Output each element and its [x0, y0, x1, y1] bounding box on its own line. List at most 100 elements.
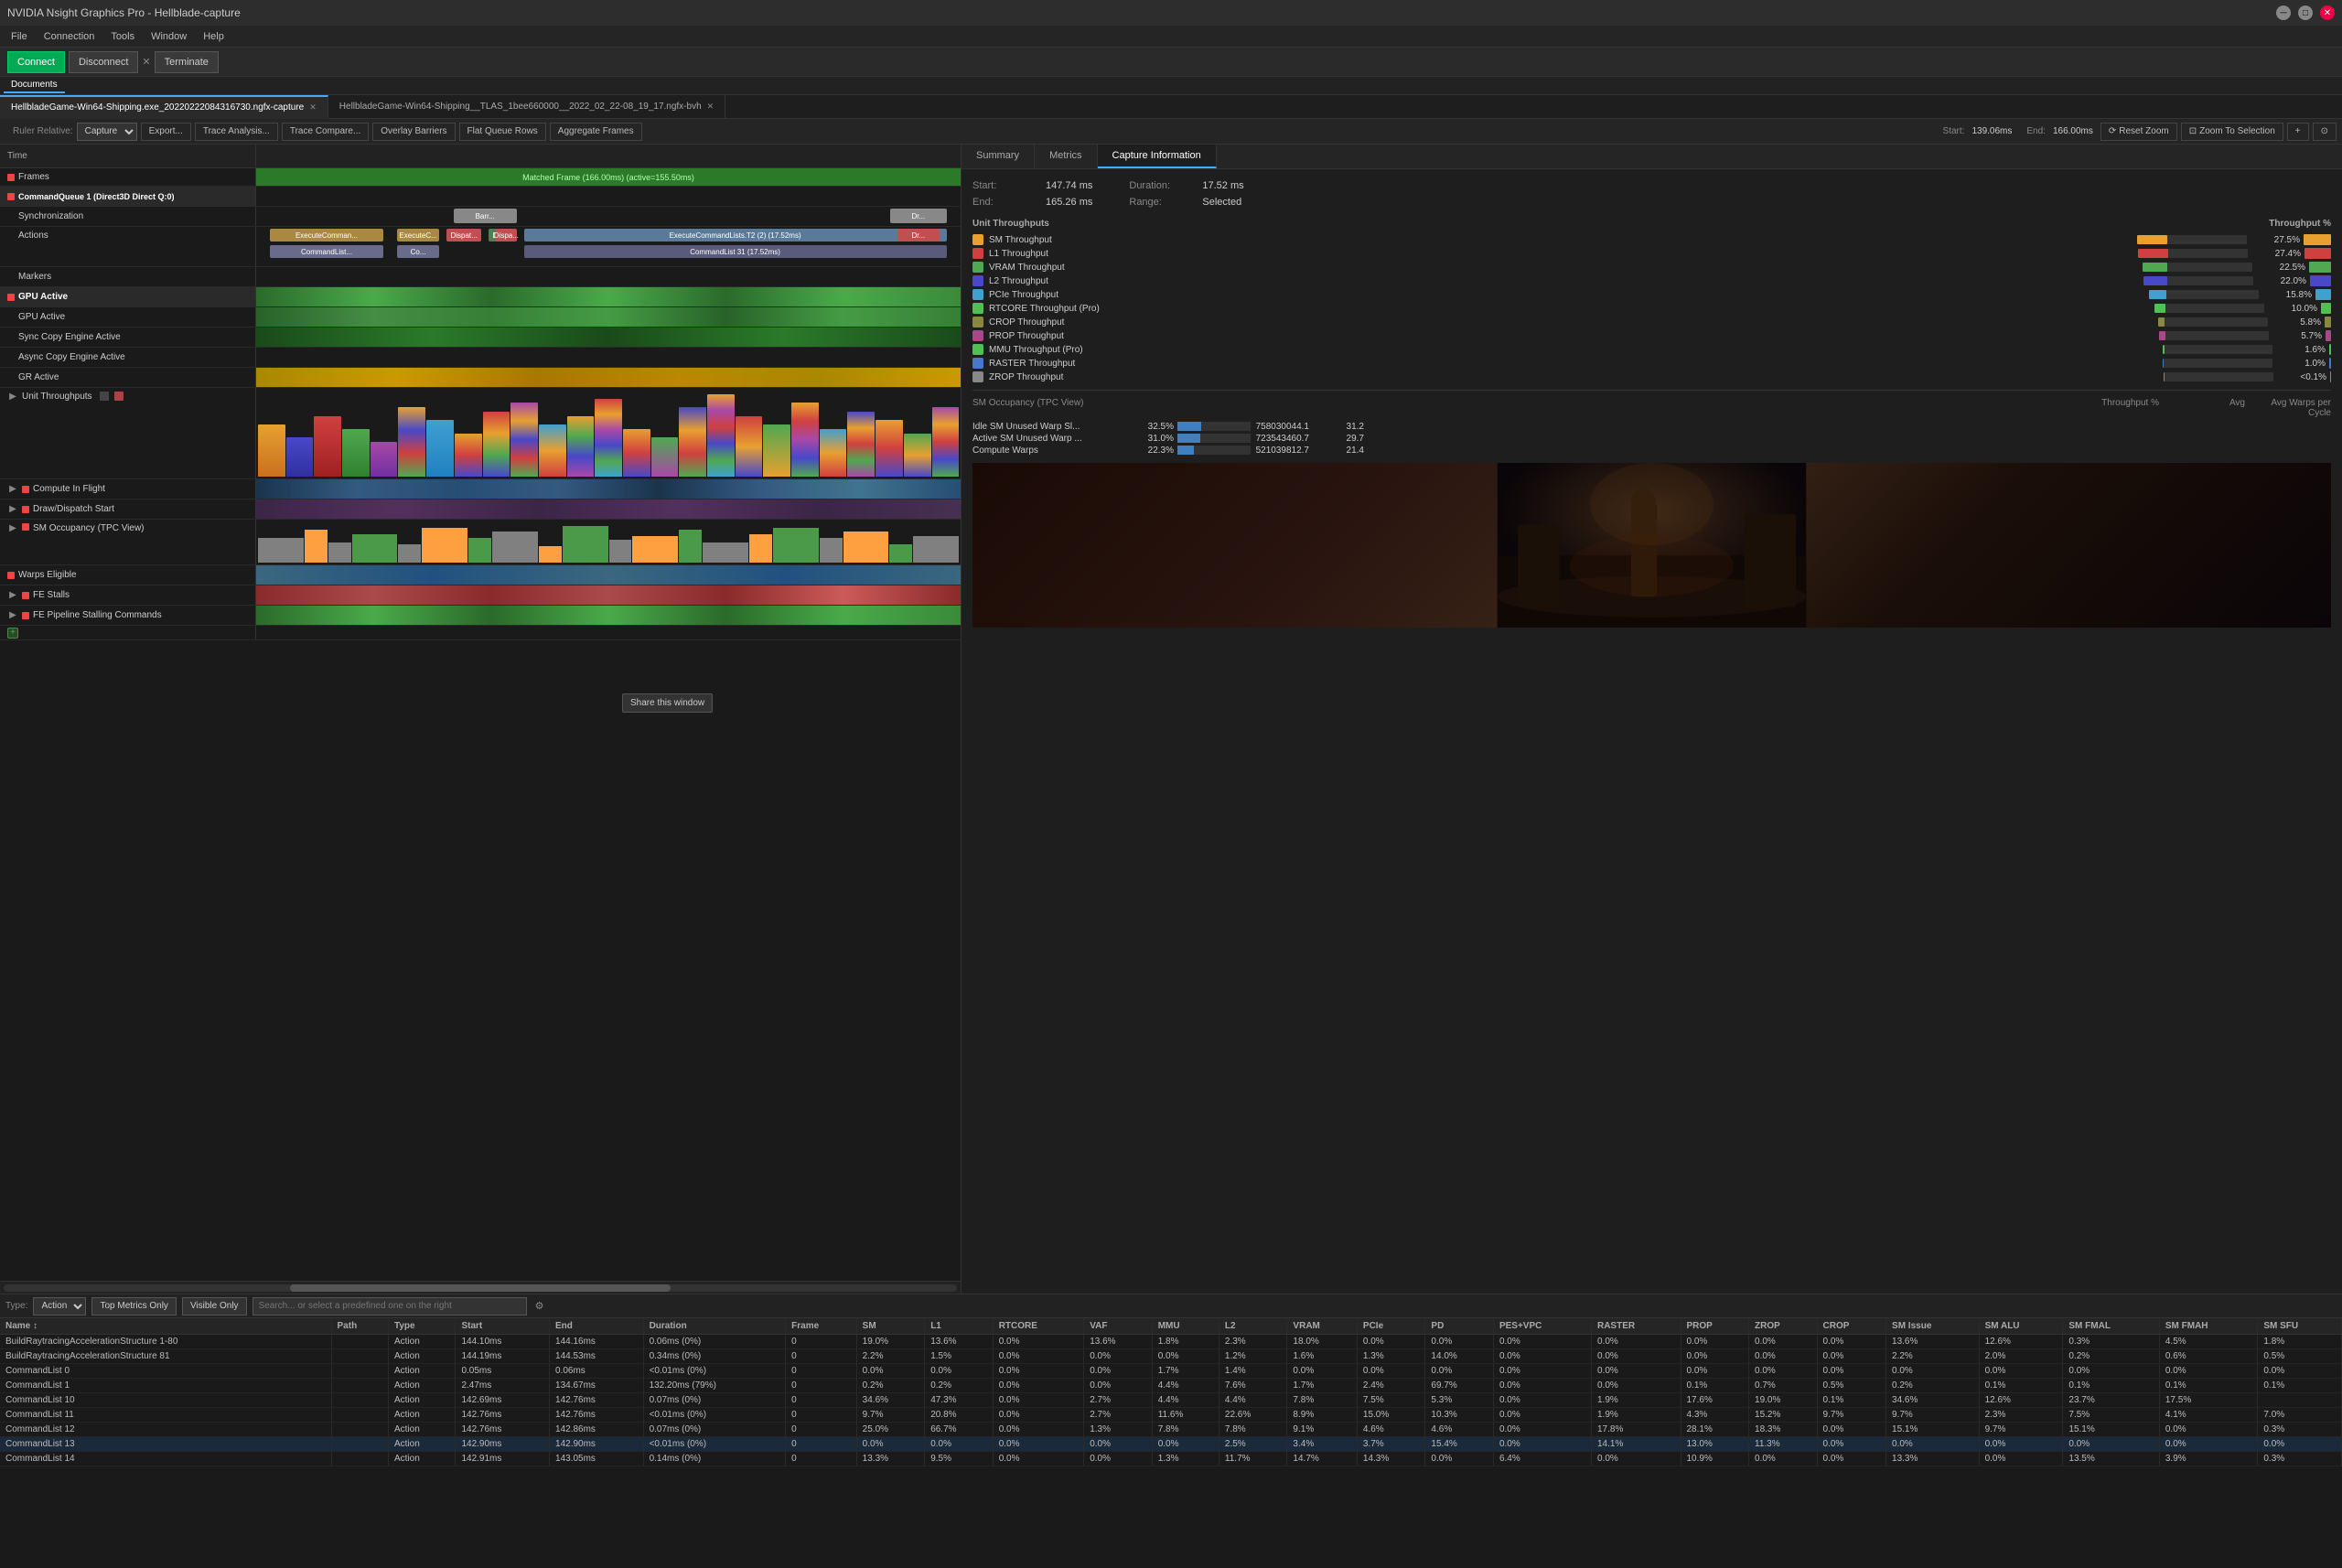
- th-name[interactable]: Name ↕: [0, 1318, 331, 1335]
- overlay-barriers-button[interactable]: Overlay Barriers: [372, 123, 455, 141]
- ut-color-8: [972, 344, 983, 355]
- async-copy-content[interactable]: [256, 348, 961, 367]
- trace-compare-button[interactable]: Trace Compare...: [282, 123, 369, 141]
- pin-icon[interactable]: [100, 392, 109, 401]
- sm-occupancy-content[interactable]: [256, 520, 961, 564]
- th-vram[interactable]: VRAM: [1287, 1318, 1357, 1335]
- summary-tab[interactable]: Summary: [962, 145, 1035, 168]
- scroll-track[interactable]: [4, 1284, 957, 1292]
- th-vaf[interactable]: VAF: [1084, 1318, 1153, 1335]
- filter-icon[interactable]: ⚙: [532, 1299, 547, 1314]
- sync-content[interactable]: Barr... Dr...: [256, 207, 961, 226]
- command-queue-content[interactable]: [256, 187, 961, 206]
- th-raster[interactable]: RASTER: [1591, 1318, 1681, 1335]
- table-row[interactable]: CommandList 11 Action 142.76ms 142.76ms …: [0, 1408, 2342, 1423]
- visible-only-button[interactable]: Visible Only: [182, 1297, 247, 1316]
- close-button[interactable]: ✕: [2320, 5, 2335, 20]
- table-row[interactable]: CommandList 10 Action 142.69ms 142.76ms …: [0, 1393, 2342, 1408]
- warps-eligible-content[interactable]: [256, 565, 961, 585]
- type-select[interactable]: Action: [33, 1297, 86, 1316]
- th-pesvpc[interactable]: PES+VPC: [1493, 1318, 1591, 1335]
- table-row[interactable]: CommandList 1 Action 2.47ms 134.67ms 132…: [0, 1379, 2342, 1393]
- table-row[interactable]: CommandList 13 Action 142.90ms 142.90ms …: [0, 1437, 2342, 1452]
- markers-content[interactable]: [256, 267, 961, 286]
- th-sm-issue[interactable]: SM Issue: [1886, 1318, 1980, 1335]
- th-sm-fmah[interactable]: SM FMAH: [2159, 1318, 2258, 1335]
- close-small-icon[interactable]: [114, 392, 124, 401]
- file-tab-1[interactable]: HellbladeGame-Win64-Shipping.exe_2022022…: [0, 95, 328, 119]
- cell-mmu: 1.8%: [1152, 1335, 1219, 1349]
- th-zrop[interactable]: ZROP: [1749, 1318, 1818, 1335]
- trace-analysis-button[interactable]: Trace Analysis...: [195, 123, 278, 141]
- frames-content[interactable]: Matched Frame (166.00ms) (active=155.50m…: [256, 168, 961, 186]
- terminate-button[interactable]: Terminate: [155, 51, 219, 73]
- fe-pipeline-content[interactable]: [256, 606, 961, 625]
- ruler-mode-select[interactable]: Capture: [77, 123, 137, 141]
- gpu-active-content[interactable]: [256, 307, 961, 327]
- gpu-active-section-content[interactable]: [256, 287, 961, 306]
- flat-queue-rows-button[interactable]: Flat Queue Rows: [459, 123, 546, 141]
- menu-connection[interactable]: Connection: [37, 29, 102, 44]
- ut-pct-2: 22.5%: [2260, 263, 2305, 273]
- table-row[interactable]: CommandList 0 Action 0.05ms 0.06ms <0.01…: [0, 1364, 2342, 1379]
- th-sm-alu[interactable]: SM ALU: [1979, 1318, 2063, 1335]
- scroll-thumb[interactable]: [290, 1284, 671, 1292]
- th-path[interactable]: Path: [331, 1318, 388, 1335]
- documents-tab[interactable]: Documents: [4, 78, 65, 93]
- capture-information-tab[interactable]: Capture Information: [1098, 145, 1217, 168]
- th-pcie[interactable]: PCIe: [1357, 1318, 1425, 1335]
- th-pd[interactable]: PD: [1425, 1318, 1494, 1335]
- file-tab-1-close[interactable]: ✕: [309, 102, 317, 113]
- expand-icon[interactable]: ▶: [7, 392, 18, 402]
- file-tab-2[interactable]: HellbladeGame-Win64-Shipping__TLAS_1bee6…: [328, 95, 725, 119]
- menu-window[interactable]: Window: [144, 29, 194, 44]
- compute-flight-content[interactable]: [256, 479, 961, 499]
- sync-copy-content[interactable]: [256, 328, 961, 347]
- timeline-scrollbar[interactable]: [0, 1281, 961, 1294]
- th-sm[interactable]: SM: [856, 1318, 925, 1335]
- actions-content[interactable]: ExecuteComman... CommandList... ExecuteC…: [256, 227, 961, 266]
- connect-button[interactable]: Connect: [7, 51, 65, 73]
- th-frame[interactable]: Frame: [786, 1318, 857, 1335]
- gr-active-content[interactable]: [256, 368, 961, 387]
- menu-tools[interactable]: Tools: [103, 29, 142, 44]
- th-duration[interactable]: Duration: [643, 1318, 786, 1335]
- ut-bar-1: [2138, 249, 2248, 258]
- th-mmu[interactable]: MMU: [1152, 1318, 1219, 1335]
- top-metrics-button[interactable]: Top Metrics Only: [91, 1297, 176, 1316]
- zoom-selection-button[interactable]: ⊡ Zoom To Selection: [2181, 123, 2283, 141]
- th-prop[interactable]: PROP: [1681, 1318, 1749, 1335]
- search-input[interactable]: [252, 1297, 527, 1316]
- th-l1[interactable]: L1: [925, 1318, 994, 1335]
- maximize-button[interactable]: □: [2298, 5, 2313, 20]
- table-row[interactable]: CommandList 12 Action 142.76ms 142.86ms …: [0, 1423, 2342, 1437]
- fe-stalls-content[interactable]: [256, 585, 961, 605]
- file-tab-2-close[interactable]: ✕: [707, 102, 714, 112]
- minimize-button[interactable]: ─: [2276, 5, 2291, 20]
- warps-eligible-label: Warps Eligible: [0, 565, 256, 585]
- zoom-in-button[interactable]: +: [2287, 123, 2309, 141]
- th-sm-fmal[interactable]: SM FMAL: [2063, 1318, 2159, 1335]
- ut-pct-8: 1.6%: [2280, 345, 2326, 355]
- table-row[interactable]: BuildRaytracingAccelerationStructure 1-8…: [0, 1335, 2342, 1349]
- th-crop[interactable]: CROP: [1817, 1318, 1886, 1335]
- th-rtcore[interactable]: RTCORE: [993, 1318, 1084, 1335]
- zoom-out-button[interactable]: ⊙: [2313, 123, 2337, 141]
- th-sm-sfu[interactable]: SM SFU: [2258, 1318, 2342, 1335]
- draw-dispatch-content[interactable]: [256, 499, 961, 519]
- add-row-button[interactable]: +: [7, 628, 18, 639]
- th-end[interactable]: End: [550, 1318, 644, 1335]
- menu-file[interactable]: File: [4, 29, 35, 44]
- export-button[interactable]: Export...: [141, 123, 191, 141]
- th-start[interactable]: Start: [456, 1318, 550, 1335]
- table-row[interactable]: BuildRaytracingAccelerationStructure 81 …: [0, 1349, 2342, 1364]
- th-type[interactable]: Type: [388, 1318, 456, 1335]
- metrics-tab[interactable]: Metrics: [1035, 145, 1097, 168]
- unit-throughputs-content[interactable]: [256, 388, 961, 478]
- th-l2[interactable]: L2: [1219, 1318, 1287, 1335]
- menu-help[interactable]: Help: [196, 29, 231, 44]
- disconnect-button[interactable]: Disconnect: [69, 51, 138, 73]
- reset-zoom-button[interactable]: ⟳ Reset Zoom: [2100, 123, 2177, 141]
- aggregate-frames-button[interactable]: Aggregate Frames: [550, 123, 642, 141]
- table-row[interactable]: CommandList 14 Action 142.91ms 143.05ms …: [0, 1452, 2342, 1466]
